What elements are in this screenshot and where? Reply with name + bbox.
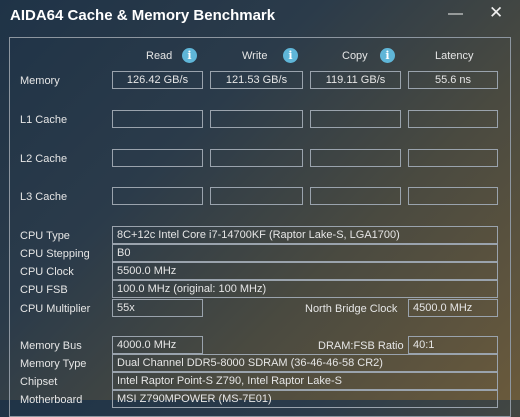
memory-read-value: 126.42 GB/s [112, 71, 203, 89]
l2-read-value [112, 149, 203, 167]
column-header-latency: Latency [435, 50, 474, 62]
l2-write-value [210, 149, 303, 167]
memory-bus-value: 4000.0 MHz [112, 336, 203, 354]
cpu-multiplier-value: 55x [112, 299, 203, 317]
chipset-label: Chipset [20, 376, 58, 388]
l3-read-value [112, 187, 203, 205]
title-bar: AIDA64 Cache & Memory Benchmark — ✕ [0, 0, 520, 32]
chipset-value: Intel Raptor Point-S Z790, Intel Raptor … [112, 372, 498, 390]
north-bridge-clock-value: 4500.0 MHz [408, 299, 498, 317]
cpu-fsb-value: 100.0 MHz (original: 100 MHz) [112, 280, 498, 298]
dram-fsb-ratio-value: 40:1 [408, 336, 498, 354]
memory-type-value: Dual Channel DDR5-8000 SDRAM (36-46-46-5… [112, 354, 498, 372]
l3-latency-value [408, 187, 498, 205]
cpu-fsb-label: CPU FSB [20, 284, 68, 296]
l2-cache-row-label: L2 Cache [20, 153, 68, 165]
cpu-stepping-value: B0 [112, 244, 498, 262]
minimize-icon[interactable]: — [448, 5, 463, 22]
l3-cache-row-label: L3 Cache [20, 191, 68, 203]
memory-type-label: Memory Type [20, 358, 87, 370]
l1-cache-row-label: L1 Cache [20, 114, 68, 126]
motherboard-label: Motherboard [20, 394, 83, 406]
cpu-type-label: CPU Type [20, 230, 70, 242]
memory-latency-value: 55.6 ns [408, 71, 498, 89]
copy-info-icon[interactable]: i [380, 48, 395, 63]
north-bridge-clock-label: North Bridge Clock [305, 303, 398, 315]
motherboard-value: MSI Z790MPOWER (MS-7E01) [112, 390, 498, 408]
read-info-icon[interactable]: i [182, 48, 197, 63]
cpu-multiplier-label: CPU Multiplier [20, 303, 91, 315]
cpu-type-value: 8C+12c Intel Core i7-14700KF (Raptor Lak… [112, 226, 498, 244]
l1-read-value [112, 110, 203, 128]
l3-copy-value [310, 187, 401, 205]
l1-copy-value [310, 110, 401, 128]
memory-bus-label: Memory Bus [20, 340, 82, 352]
l2-latency-value [408, 149, 498, 167]
l2-copy-value [310, 149, 401, 167]
write-info-icon[interactable]: i [283, 48, 298, 63]
memory-copy-value: 119.11 GB/s [310, 71, 401, 89]
close-icon[interactable]: ✕ [489, 3, 503, 23]
dram-fsb-ratio-label: DRAM:FSB Ratio [318, 340, 404, 352]
cpu-stepping-label: CPU Stepping [20, 248, 90, 260]
l1-write-value [210, 110, 303, 128]
cpu-clock-value: 5500.0 MHz [112, 262, 498, 280]
l3-write-value [210, 187, 303, 205]
window-title: AIDA64 Cache & Memory Benchmark [10, 7, 276, 24]
column-header-copy: Copy [342, 50, 368, 62]
column-header-write: Write [242, 50, 268, 62]
column-header-read: Read [146, 50, 173, 62]
memory-row-label: Memory [20, 75, 60, 87]
memory-write-value: 121.53 GB/s [210, 71, 303, 89]
cpu-clock-label: CPU Clock [20, 266, 74, 278]
l1-latency-value [408, 110, 498, 128]
